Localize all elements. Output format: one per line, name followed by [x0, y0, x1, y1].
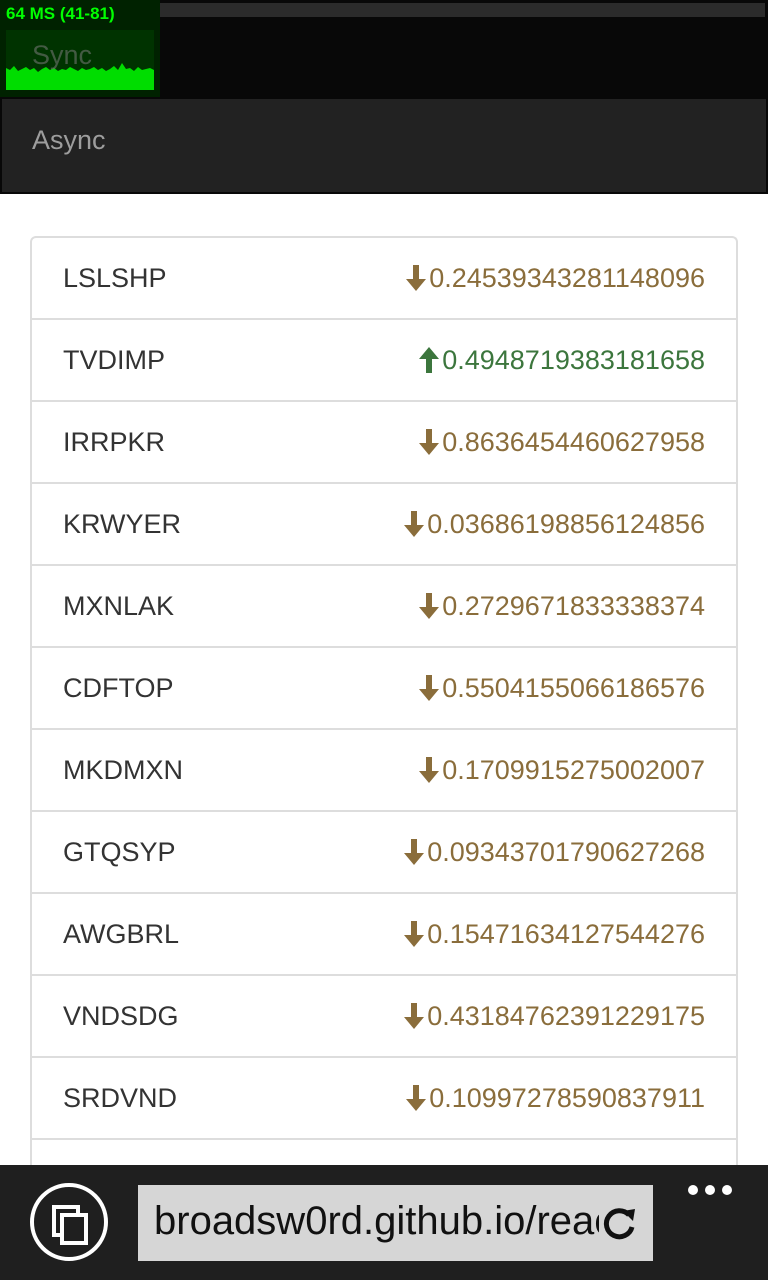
- quote-row: TVDIMP 0.4948719383181658: [32, 320, 736, 402]
- quote-value: 0.43184762391229175: [403, 1001, 705, 1032]
- quote-symbol: AWGBRL: [63, 918, 180, 949]
- quote-value: 0.03686198856124856: [403, 509, 705, 540]
- tabs-button[interactable]: [30, 1183, 108, 1261]
- quote-value-number: 0.8636454460627958: [442, 426, 705, 457]
- arrow-down-icon: [404, 839, 425, 865]
- quote-value-number: 0.1709915275002007: [442, 754, 705, 785]
- quote-value: 0.5504155066186576: [418, 673, 705, 704]
- top-strip: [160, 3, 765, 17]
- more-button[interactable]: [686, 1183, 736, 1197]
- fps-meter-text: 64 MS (41-81): [6, 4, 115, 23]
- quote-value-number: 0.15471634127544276: [427, 918, 705, 949]
- refresh-icon: [603, 1208, 635, 1240]
- arrow-down-icon: [419, 593, 440, 619]
- quote-symbol: CDFTOP: [63, 672, 174, 703]
- quote-symbol: VNDSDG: [63, 1000, 179, 1031]
- quote-value: 0.09343701790627268: [403, 837, 705, 868]
- quote-symbol: LSLSHP: [63, 262, 167, 293]
- quote-symbol: MXNLAK: [63, 590, 175, 621]
- arrow-down-icon: [404, 921, 425, 947]
- quote-row: MXNLAK 0.2729671833338374: [32, 566, 736, 648]
- arrow-down-icon: [419, 757, 440, 783]
- quote-value-number: 0.4948719383181658: [442, 344, 705, 375]
- quote-value-number: 0.5504155066186576: [442, 672, 705, 703]
- quote-symbol: KRWYER: [63, 508, 182, 539]
- nav-async-link[interactable]: Async: [32, 125, 106, 156]
- address-bar[interactable]: broadsw0rd.github.io/react-: [138, 1185, 653, 1261]
- quote-row: LSLSHP 0.24539343281148096: [32, 238, 736, 320]
- tabs-icon: [52, 1205, 88, 1245]
- browser-bar: broadsw0rd.github.io/react-: [0, 1165, 768, 1280]
- quote-value: 0.4948719383181658: [418, 345, 705, 376]
- quote-row: CDFTOP 0.5504155066186576: [32, 648, 736, 730]
- arrow-up-icon: [419, 347, 440, 373]
- quote-list: LSLSHP 0.24539343281148096 TVDIMP 0.4948719…: [30, 236, 738, 1222]
- quote-row: MKDMXN 0.1709915275002007: [32, 730, 736, 812]
- quote-value: 0.8636454460627958: [418, 427, 705, 458]
- quote-value: 0.10997278590837911: [405, 1083, 705, 1114]
- quote-row: GTQSYP 0.09343701790627268: [32, 812, 736, 894]
- quote-value: 0.2729671833338374: [418, 591, 705, 622]
- arrow-down-icon: [419, 429, 440, 455]
- quote-row: SRDVND 0.10997278590837911: [32, 1058, 736, 1140]
- quote-symbol: GTQSYP: [63, 836, 176, 867]
- quote-symbol: MKDMXN: [63, 754, 183, 785]
- quote-value-number: 0.43184762391229175: [427, 1000, 705, 1031]
- quote-symbol: IRRPKR: [63, 426, 166, 457]
- quote-row: IRRPKR 0.8636454460627958: [32, 402, 736, 484]
- fps-meter: 64 MS (41-81) Sync: [0, 0, 160, 97]
- arrow-down-icon: [406, 265, 427, 291]
- arrow-down-icon: [406, 1085, 427, 1111]
- arrow-down-icon: [419, 675, 440, 701]
- quote-value-number: 0.03686198856124856: [427, 508, 705, 539]
- sync-ghost-label: Sync: [32, 40, 93, 70]
- quote-value: 0.15471634127544276: [403, 919, 705, 950]
- quote-symbol: TVDIMP: [63, 344, 166, 375]
- quote-row: VNDSDG 0.43184762391229175: [32, 976, 736, 1058]
- quote-value-number: 0.09343701790627268: [427, 836, 705, 867]
- quote-row: KRWYER 0.03686198856124856: [32, 484, 736, 566]
- quote-row: AWGBRL 0.15471634127544276: [32, 894, 736, 976]
- address-bar-url: broadsw0rd.github.io/react-: [154, 1199, 639, 1243]
- quote-value: 0.24539343281148096: [405, 263, 705, 294]
- arrow-down-icon: [404, 1003, 425, 1029]
- quote-value: 0.1709915275002007: [418, 755, 705, 786]
- refresh-button[interactable]: [599, 1203, 639, 1243]
- ellipsis-icon: [688, 1185, 732, 1195]
- quote-symbol: SRDVND: [63, 1082, 178, 1113]
- quote-value-number: 0.2729671833338374: [442, 590, 705, 621]
- quote-value-number: 0.10997278590837911: [429, 1082, 705, 1113]
- arrow-down-icon: [404, 511, 425, 537]
- quote-value-number: 0.24539343281148096: [429, 262, 705, 293]
- fps-graph: Sync: [6, 30, 154, 90]
- async-navbar: Async: [0, 97, 768, 194]
